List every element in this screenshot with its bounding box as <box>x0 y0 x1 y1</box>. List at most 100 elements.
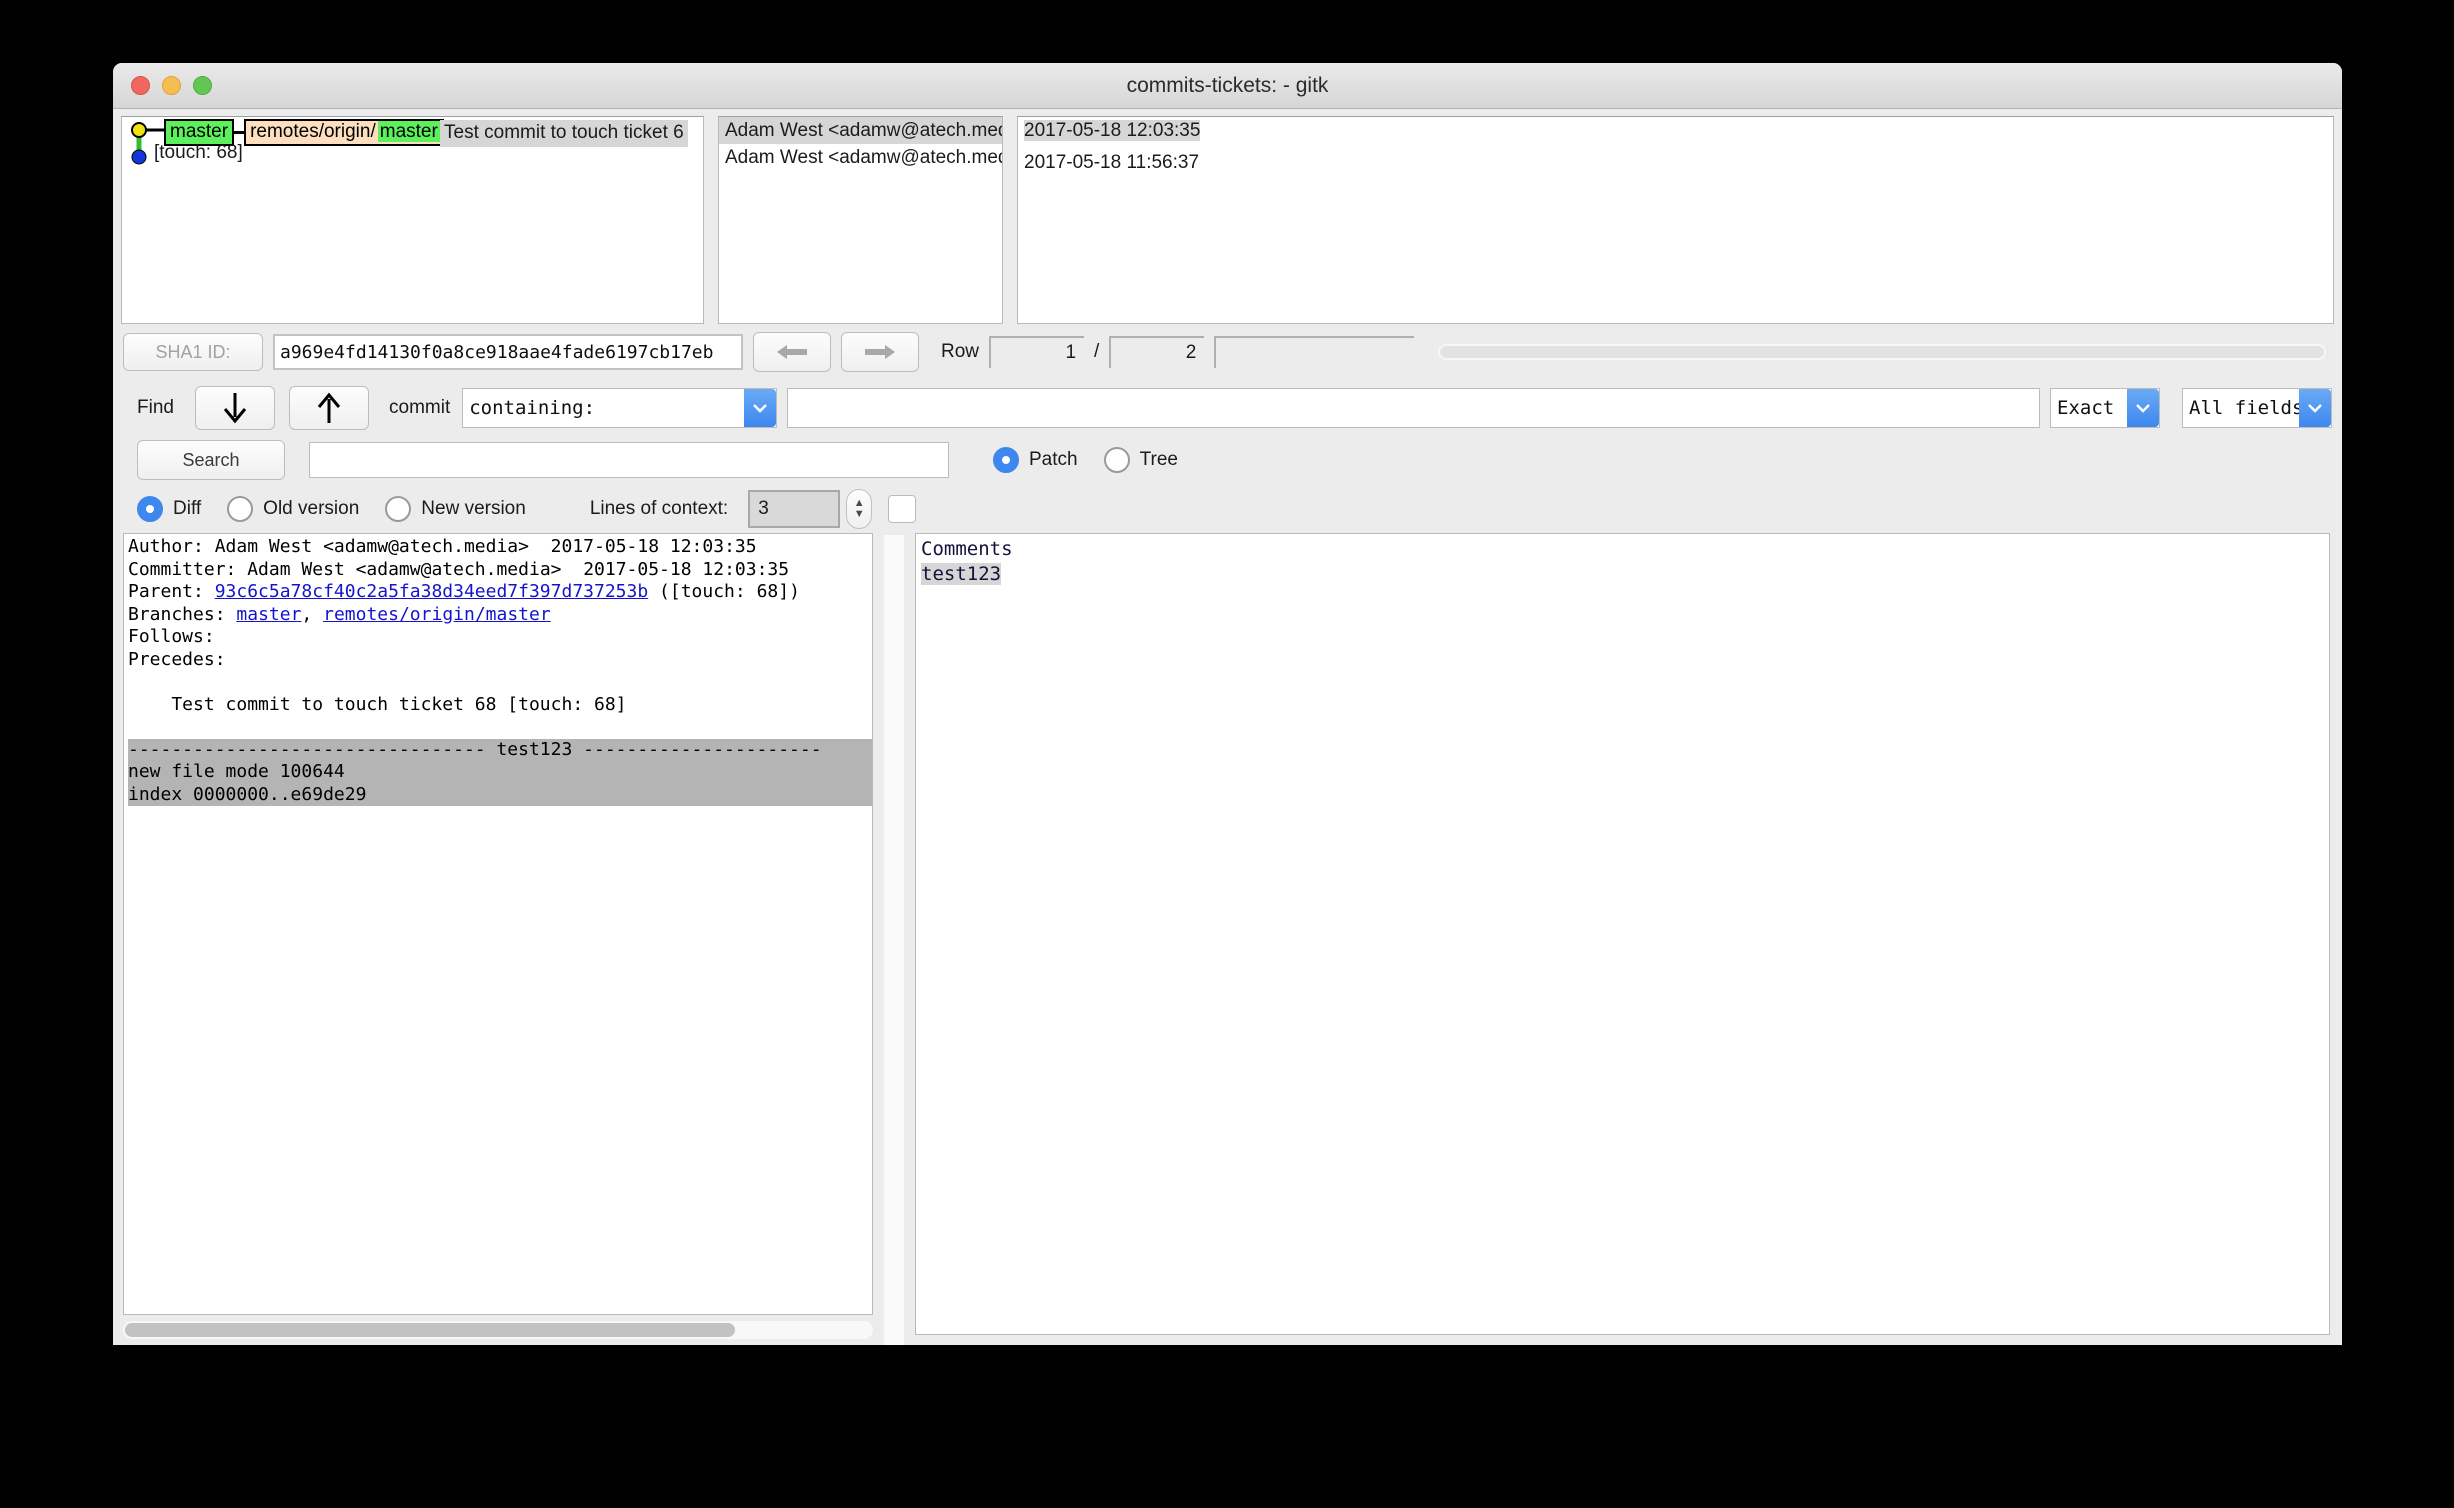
precedes-label: Precedes: <box>128 648 226 670</box>
ref-remote-tail: master <box>377 121 442 142</box>
forward-button[interactable] <box>841 332 919 372</box>
diff-hunk-header: --------------------------------- test12… <box>128 738 872 761</box>
gitk-window: commits-tickets: - gitk master remotes/or… <box>113 63 2342 1345</box>
row-extra-input[interactable] <box>1214 336 1415 368</box>
table-row[interactable]: master remotes/origin/master Test commit … <box>122 117 703 169</box>
match-type-value: Exact <box>2057 396 2115 419</box>
ref-remote-prefix: remotes/origin/ <box>250 121 376 142</box>
search-button[interactable]: Search <box>137 440 285 480</box>
new-version-label[interactable]: New version <box>421 498 526 520</box>
date-cell-wrap: 2017-05-18 12:03:35 <box>1018 117 1205 144</box>
search-toolbar: Search Patch Tree <box>113 435 2342 485</box>
chevron-down-icon[interactable] <box>744 388 777 427</box>
comment-pane-column: Comments test123 <box>915 533 2342 1345</box>
scrollbar-thumb[interactable] <box>1440 346 2324 358</box>
radio-diff[interactable] <box>137 496 163 522</box>
field-scope-value: All fields <box>2189 396 2299 419</box>
arrow-up-icon <box>317 392 341 423</box>
chevron-down-icon[interactable] <box>2127 388 2159 427</box>
parent-sha-link[interactable]: 93c6c5a78cf40c2a5fa38d34eed7f397d737253b <box>215 581 648 602</box>
radio-tree[interactable] <box>1103 447 1130 473</box>
lines-of-context-stepper[interactable]: ▲ ▼ <box>846 489 873 529</box>
scrollbar-track[interactable] <box>884 535 904 1345</box>
ignore-space-checkbox[interactable] <box>888 495 917 523</box>
minimize-button[interactable] <box>162 76 181 95</box>
row-current-input[interactable]: 1 <box>989 336 1085 368</box>
diff-mode-radios: Diff Old version New version <box>137 496 542 522</box>
match-type-select[interactable]: Exact <box>2050 387 2160 428</box>
search-input[interactable] <box>309 442 949 478</box>
committer-value: Adam West <adamw@atech.media> <box>247 558 562 580</box>
diff-text[interactable]: Author: Adam West <adamw@atech.media> 20… <box>123 533 873 1315</box>
comment-pane-footer <box>915 1335 2330 1345</box>
patch-label[interactable]: Patch <box>1029 449 1078 471</box>
radio-new-version[interactable] <box>385 496 412 522</box>
commit-label: commit <box>389 396 451 418</box>
date-column-pane[interactable]: 2017-05-18 12:03:35 2017-05-18 11:56:37 <box>1017 116 2334 324</box>
diff-hscrollbar[interactable] <box>123 1315 873 1345</box>
author-line: Author: <box>128 536 204 557</box>
tree-label[interactable]: Tree <box>1140 449 1178 471</box>
author-column-pane[interactable]: Adam West <adamw@atech.medi Adam West <a… <box>718 116 1003 324</box>
committer-date: 2017-05-18 12:03:35 <box>583 558 790 580</box>
branch-separator: , <box>301 603 324 625</box>
find-toolbar: Find commit containing: Exact All fields <box>113 380 2342 435</box>
diff-options-toolbar: Diff Old version New version Lines of co… <box>113 485 2342 533</box>
find-prev-button[interactable] <box>289 385 369 430</box>
comment-file-entry[interactable]: test123 <box>921 563 1002 585</box>
old-version-label[interactable]: Old version <box>263 498 359 520</box>
pane-divider[interactable] <box>1003 116 1017 324</box>
chevron-down-icon[interactable] <box>2299 388 2331 427</box>
diff-pane-column: Author: Adam West <adamw@atech.media> 20… <box>123 533 873 1345</box>
find-mode-value: containing: <box>469 396 596 419</box>
scrollbar-track[interactable] <box>123 1321 873 1339</box>
commit-subject[interactable]: Test commit to touch ticket 6 <box>440 120 688 147</box>
ref-tag-remote-master[interactable]: remotes/origin/master <box>244 119 444 146</box>
zoom-button[interactable] <box>193 76 212 95</box>
find-mode-select[interactable]: containing: <box>462 387 778 428</box>
author-cell[interactable]: Adam West <adamw@atech.medi <box>719 144 1002 171</box>
chevron-down-icon[interactable]: ▼ <box>854 509 865 520</box>
back-button[interactable] <box>753 332 831 372</box>
sha-toolbar: SHA1 ID: a969e4fd14130f0a8ce918aae4fade6… <box>113 324 2342 380</box>
sha1-input[interactable]: a969e4fd14130f0a8ce918aae4fade6197cb17eb <box>273 334 743 370</box>
window-controls <box>131 76 212 95</box>
author-date: 2017-05-18 12:03:35 <box>550 536 757 557</box>
scrollbar-thumb[interactable] <box>125 1323 735 1337</box>
arrow-left-icon <box>777 345 807 359</box>
parent-subject: ([touch: 68]) <box>659 581 800 602</box>
diff-hunk-line: index 0000000..e69de29 <box>128 783 872 806</box>
arrow-down-icon <box>223 392 247 423</box>
parent-label: Parent: <box>128 581 204 602</box>
find-input[interactable] <box>787 387 2040 428</box>
row-label: Row <box>941 341 980 362</box>
lines-of-context-label: Lines of context: <box>589 498 729 519</box>
branch-link-master[interactable]: master <box>236 604 301 625</box>
lines-of-context-input[interactable]: 3 <box>748 490 841 528</box>
pane-divider[interactable] <box>704 116 718 324</box>
date-cell[interactable]: 2017-05-18 11:56:37 <box>1018 149 2333 176</box>
comments-header: Comments <box>921 538 1013 560</box>
diff-hunk-line: new file mode 100644 <box>128 761 872 784</box>
diff-vscrollbar[interactable] <box>873 533 915 1345</box>
close-button[interactable] <box>131 76 150 95</box>
commit-subject-second[interactable]: [touch: 68] <box>154 142 243 164</box>
radio-patch[interactable] <box>993 447 1019 473</box>
commit-graph-pane[interactable]: master remotes/origin/master Test commit … <box>121 116 704 324</box>
field-scope-select[interactable]: All fields <box>2182 387 2332 428</box>
find-next-button[interactable] <box>195 385 275 430</box>
committer-line: Committer: <box>128 558 237 580</box>
row-separator: / <box>1094 341 1100 362</box>
window-title: commits-tickets: - gitk <box>1126 73 1329 97</box>
branch-link-remote-master[interactable]: remotes/origin/master <box>323 604 551 625</box>
date-cell[interactable]: 2017-05-18 12:03:35 <box>1024 120 1201 141</box>
row-total-input[interactable]: 2 <box>1109 336 1205 368</box>
commit-list-hscrollbar[interactable] <box>1438 344 2326 360</box>
title-bar: commits-tickets: - gitk <box>113 63 2342 109</box>
detail-area: Author: Adam West <adamw@atech.media> 20… <box>113 533 2342 1345</box>
diff-label[interactable]: Diff <box>173 498 201 520</box>
author-cell[interactable]: Adam West <adamw@atech.medi <box>719 117 1002 144</box>
comment-text[interactable]: Comments test123 <box>915 533 2330 1335</box>
radio-old-version[interactable] <box>227 496 254 522</box>
author-value: Adam West <adamw@atech.media> <box>214 536 529 557</box>
